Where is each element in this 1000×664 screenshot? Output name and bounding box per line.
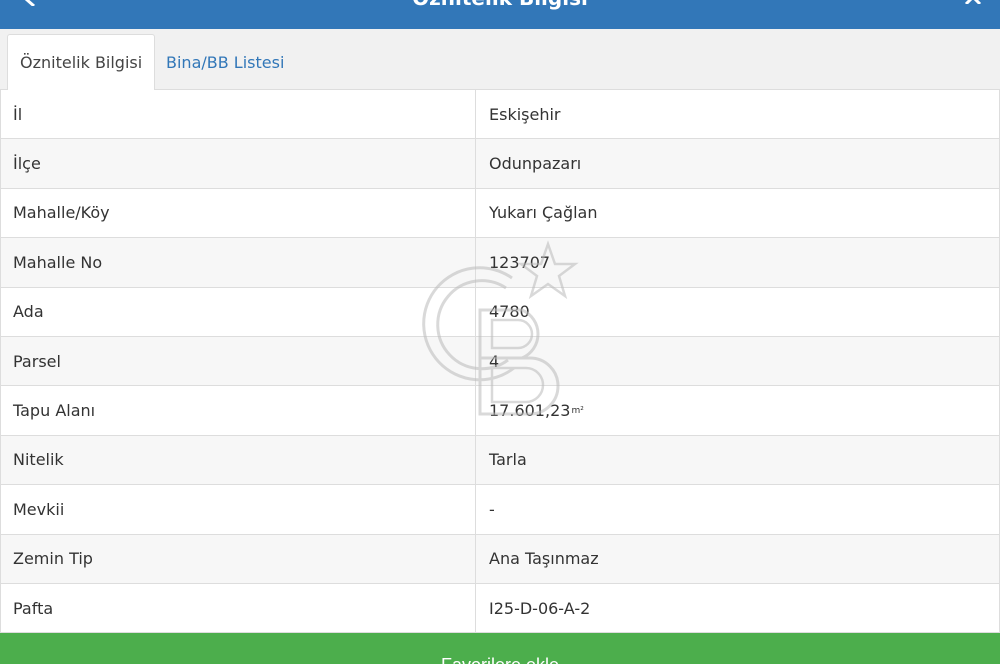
table-row: Mahalle/Köy Yukarı Çağlan: [1, 188, 999, 239]
row-value: I25-D-06-A-2: [489, 598, 591, 618]
row-label: Tapu Alanı: [1, 386, 476, 435]
row-value: -: [489, 499, 495, 519]
header-bar: Öznitelik Bilgisi: [0, 0, 1000, 29]
row-value: 123707: [489, 252, 551, 272]
table-row: Mahalle No 123707: [1, 238, 999, 288]
area-unit: m²: [571, 405, 584, 416]
table-row: İl Eskişehir: [1, 90, 999, 140]
row-value: 17.601,23 m²: [476, 386, 999, 434]
table-row: Ada 4780: [1, 287, 999, 337]
row-label: Mahalle/Köy: [1, 188, 476, 238]
row-value: Eskişehir: [489, 104, 561, 124]
attribute-table: İl Eskişehir İlçe Odunpazarı Mahalle/Köy…: [0, 90, 1000, 634]
row-label: Parsel: [1, 336, 476, 386]
table-row: Parsel 4: [1, 336, 999, 387]
table-row: İlçe Odunpazarı: [1, 139, 999, 189]
table-row: Tapu Alanı 17.601,23 m²: [1, 386, 999, 436]
table-row: Nitelik Tarla: [1, 435, 999, 486]
area-value: 17.601,23: [489, 401, 571, 421]
tab-building-list[interactable]: Bina/BB Listesi: [154, 34, 296, 91]
row-label: Mahalle No: [1, 238, 476, 287]
row-value: Ana Taşınmaz: [489, 549, 599, 569]
row-label: Ada: [1, 287, 476, 336]
tab-attribute-info[interactable]: Öznitelik Bilgisi: [7, 34, 156, 91]
row-label: Mevkii: [1, 485, 476, 534]
table-row: Zemin Tip Ana Taşınmaz: [1, 534, 999, 584]
row-value: 4780: [489, 302, 530, 322]
table-row: Mevkii -: [1, 485, 999, 535]
row-value: Yukarı Çağlan: [489, 203, 598, 223]
row-value: Tarla: [489, 450, 527, 470]
tab-bar: Öznitelik Bilgisi Bina/BB Listesi: [0, 29, 1000, 91]
row-label: İl: [1, 90, 476, 139]
row-label: Nitelik: [1, 435, 476, 485]
close-icon[interactable]: [964, 0, 982, 4]
attribute-info-page: Öznitelik Bilgisi Öznitelik Bilgisi Bina…: [0, 0, 1000, 664]
table-row: Pafta I25-D-06-A-2: [1, 583, 999, 634]
row-value: 4: [489, 351, 500, 371]
row-value: Odunpazarı: [489, 154, 582, 174]
row-label: Zemin Tip: [1, 534, 476, 583]
add-to-favorites-button[interactable]: Favorilere ekle: [0, 633, 1000, 664]
add-to-favorites-label: Favorilere ekle: [0, 655, 1000, 664]
row-label: Pafta: [1, 583, 476, 633]
row-label: İlçe: [1, 139, 476, 188]
header-title: Öznitelik Bilgisi: [0, 0, 1000, 10]
